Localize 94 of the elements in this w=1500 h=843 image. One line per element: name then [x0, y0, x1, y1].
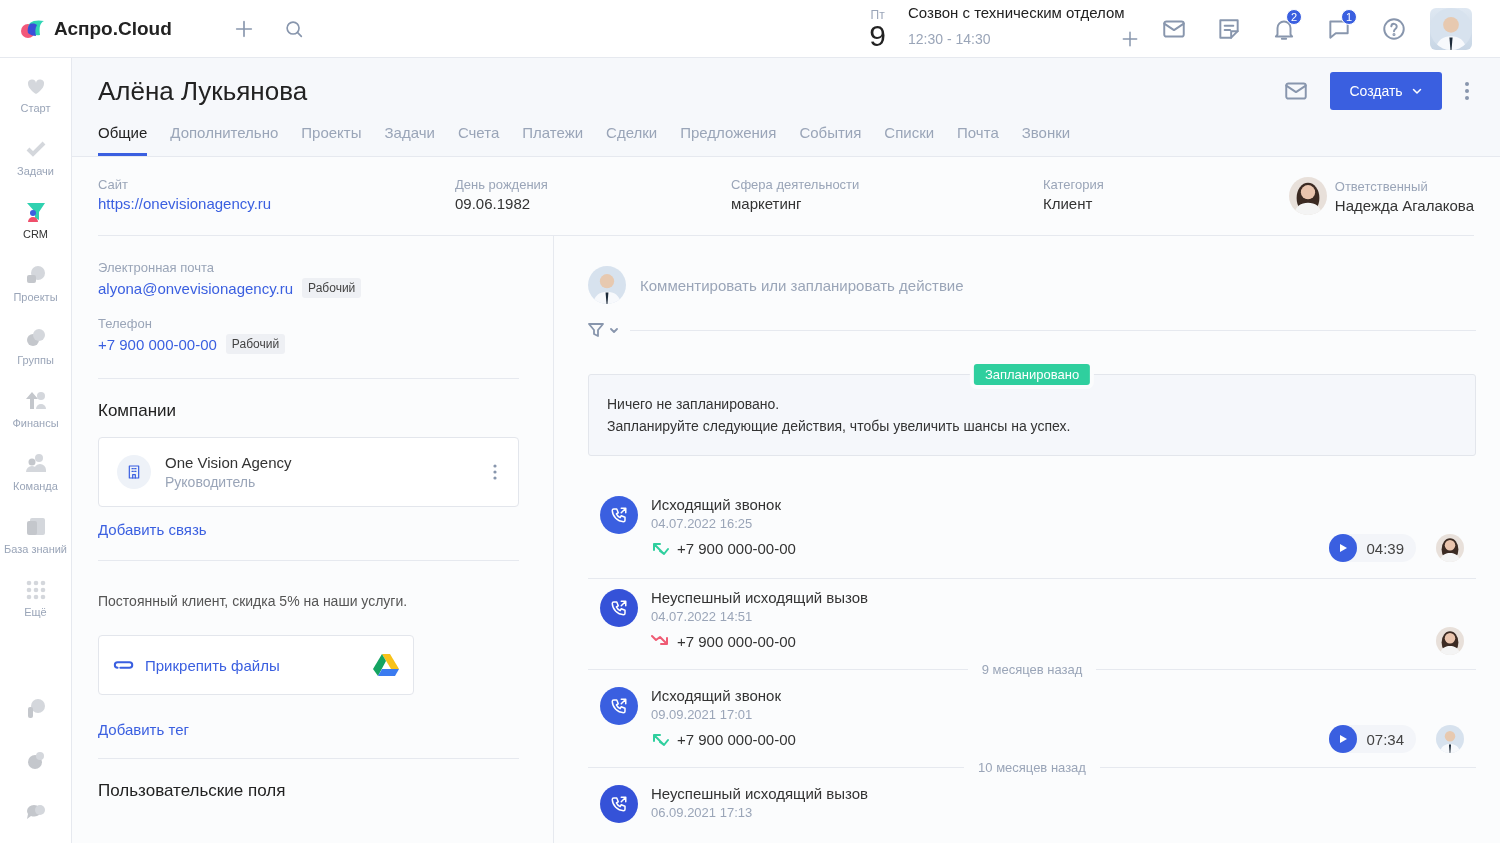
add-link[interactable]: Добавить связь [98, 521, 519, 538]
field-label: День рождения [455, 177, 549, 192]
phone-number: +7 900 000-00-00 [677, 539, 796, 557]
field-label: Сфера деятельности [731, 177, 861, 192]
help-icon [1381, 15, 1407, 42]
tab[interactable]: Сделки [606, 118, 658, 156]
section-title: Пользовательские поля [98, 781, 287, 801]
company-name: One Vision Agency [165, 454, 293, 471]
call-title: Неуспешный исходящий вызов [651, 785, 870, 802]
count-badge: 2 [1286, 8, 1302, 25]
tab[interactable]: Списки [884, 118, 935, 156]
nav-item[interactable]: Группы [0, 326, 72, 389]
info-text: Запланируйте следующие действия, чтобы увеличить шансы на успех. [607, 417, 1072, 436]
nav-item[interactable]: Команда [0, 452, 72, 515]
day-number: 9 [869, 21, 886, 50]
website-link[interactable]: https://onevisionagency.ru [98, 195, 455, 212]
play-recording-button[interactable]: 07:34 [1329, 725, 1416, 753]
drive-icon [373, 654, 399, 676]
phone-icon [610, 697, 628, 715]
kebab-icon [1464, 81, 1470, 101]
avatar-icon [1436, 725, 1464, 753]
create-button[interactable]: Создать [1330, 72, 1442, 110]
contact-name: Алёна Лукьянова [98, 75, 309, 107]
filter-icon[interactable] [588, 322, 618, 338]
call-date: 04.07.2022 16:25 [651, 516, 754, 531]
call-date: 09.09.2021 17:01 [651, 707, 754, 722]
field-label: Электронная почта [98, 260, 215, 275]
field-label: Сайт [98, 177, 129, 192]
field-label: Телефон [98, 316, 153, 331]
tab[interactable]: Задачи [384, 118, 435, 156]
event-time: 12:30 - 14:30 [908, 31, 991, 47]
avatar-icon [588, 266, 626, 304]
phone-icon [610, 795, 628, 813]
info-text: Ничего не запланировано. [607, 395, 781, 414]
tab[interactable]: Звонки [1021, 118, 1071, 156]
contact-link[interactable]: alyona@onvevisionagency.ru [98, 279, 294, 297]
count-badge: 1 [1341, 8, 1357, 25]
call-title: Неуспешный исходящий вызов [651, 589, 870, 606]
nav-item[interactable]: Старт [0, 74, 72, 137]
company-role: Руководитель [165, 474, 257, 490]
user-avatar[interactable] [1430, 7, 1472, 50]
tab[interactable]: Дополнительно [170, 118, 279, 156]
nav-item[interactable]: Проекты [0, 263, 72, 326]
avatar-icon [1288, 177, 1327, 215]
type-tag: Рабочий [302, 278, 362, 298]
comment-field[interactable]: Комментировать или запланировать действие [638, 275, 1476, 295]
phone-number: +7 900 000-00-00 [677, 730, 796, 748]
app-logo-text: Аспро.Cloud [54, 17, 172, 40]
tab[interactable]: Проекты [301, 118, 362, 156]
play-recording-button[interactable]: 04:39 [1329, 534, 1416, 562]
field-value: маркетинг [731, 195, 803, 212]
nav-item[interactable]: Задачи [0, 137, 72, 200]
call-date: 04.07.2022 14:51 [651, 609, 754, 624]
call-title: Исходящий звонок [651, 687, 782, 704]
add-tag-link[interactable]: Добавить тег [98, 721, 519, 738]
paperclip-icon [113, 658, 135, 672]
tab[interactable]: Счета [457, 118, 500, 156]
tab[interactable]: События [799, 118, 862, 156]
person-icon [1430, 7, 1472, 50]
field-label: Категория [1043, 177, 1105, 192]
section-title: Компании [98, 401, 178, 421]
phone-number: +7 900 000-00-00 [677, 632, 796, 650]
call-title: Исходящий звонок [651, 496, 782, 513]
call-date: 06.09.2021 17:13 [651, 805, 754, 820]
time-divider: 10 месяцев назад [978, 760, 1086, 775]
nav-item[interactable]: Финансы [0, 389, 72, 452]
nav-item[interactable]: Ещё [0, 578, 72, 641]
play-icon [1338, 734, 1349, 744]
tab[interactable]: Почта [957, 118, 999, 156]
type-tag: Рабочий [225, 334, 286, 354]
building-icon [117, 455, 151, 489]
tab[interactable]: Общие [98, 118, 148, 156]
tab[interactable]: Предложения [680, 118, 777, 156]
phone-icon [610, 506, 628, 524]
play-icon [1338, 543, 1349, 553]
weekday: Пт [870, 7, 885, 22]
phone-icon [610, 599, 628, 617]
time-divider: 9 месяцев назад [981, 662, 1083, 677]
avatar-icon [1436, 627, 1464, 655]
avatar-icon [1436, 534, 1464, 562]
event-title[interactable]: Созвон с техническим отделом [908, 4, 1140, 21]
attach-files-button[interactable]: Прикрепить файлы [98, 635, 414, 695]
note-text: Постоянный клиент, скидка 5% на наши услуги. [98, 593, 409, 609]
kebab-icon [493, 464, 497, 480]
contact-link[interactable]: +7 900 000-00-00 [98, 335, 217, 353]
company-card[interactable]: One Vision Agency Руководитель [98, 437, 519, 507]
nav-item[interactable]: CRM [0, 200, 72, 263]
plus-icon [1120, 29, 1140, 49]
field-value: Клиент [1043, 195, 1094, 212]
field-value: 09.06.1982 [455, 195, 532, 212]
field-value: Надежда Агалакова [1334, 196, 1474, 214]
field-label: Ответственный [1334, 178, 1429, 194]
tab[interactable]: Платежи [522, 118, 584, 156]
nav-item[interactable]: База знаний [0, 515, 72, 578]
